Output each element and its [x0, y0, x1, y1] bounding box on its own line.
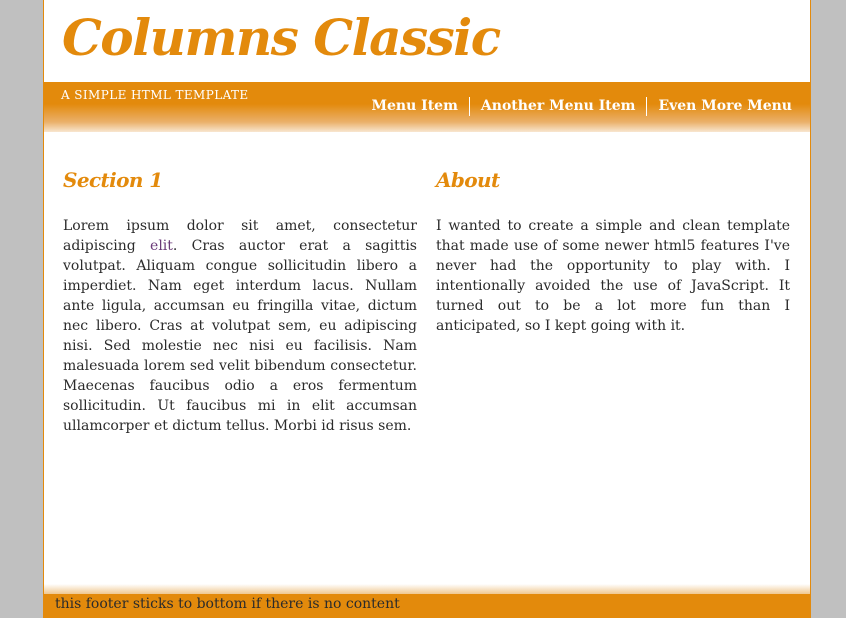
- main-menu: Menu Item Another Menu Item Even More Me…: [361, 96, 792, 116]
- site-tagline: A SIMPLE HTML TEMPLATE: [61, 88, 249, 102]
- footer: this footer sticks to bottom if there is…: [44, 594, 810, 618]
- section-1-heading: Section 1: [63, 168, 163, 192]
- section-1-text-end: . Cras auctor erat a sagittis volutpat. …: [63, 238, 417, 434]
- about-column: About I wanted to create a simple and cl…: [436, 160, 790, 336]
- menu-item-menu-item[interactable]: Menu Item: [361, 96, 469, 116]
- section-1-column: Section 1 Lorem ipsum dolor sit amet, co…: [63, 160, 417, 436]
- site-title[interactable]: Columns Classic: [62, 2, 501, 74]
- footer-text: this footer sticks to bottom if there is…: [55, 596, 400, 612]
- footer-gradient: [44, 584, 810, 594]
- menu-item-even-more-menu[interactable]: Even More Menu: [647, 96, 792, 116]
- about-text: I wanted to create a simple and clean te…: [436, 218, 790, 334]
- about-heading: About: [436, 168, 500, 192]
- page-container: Columns Classic A SIMPLE HTML TEMPLATE M…: [43, 0, 811, 618]
- section-1-text: Lorem ipsum dolor sit amet, consectetur …: [63, 216, 417, 436]
- nav-bar: A SIMPLE HTML TEMPLATE Menu Item Another…: [44, 82, 810, 132]
- menu-item-another-menu-item[interactable]: Another Menu Item: [470, 96, 647, 116]
- elit-link[interactable]: elit: [150, 238, 173, 254]
